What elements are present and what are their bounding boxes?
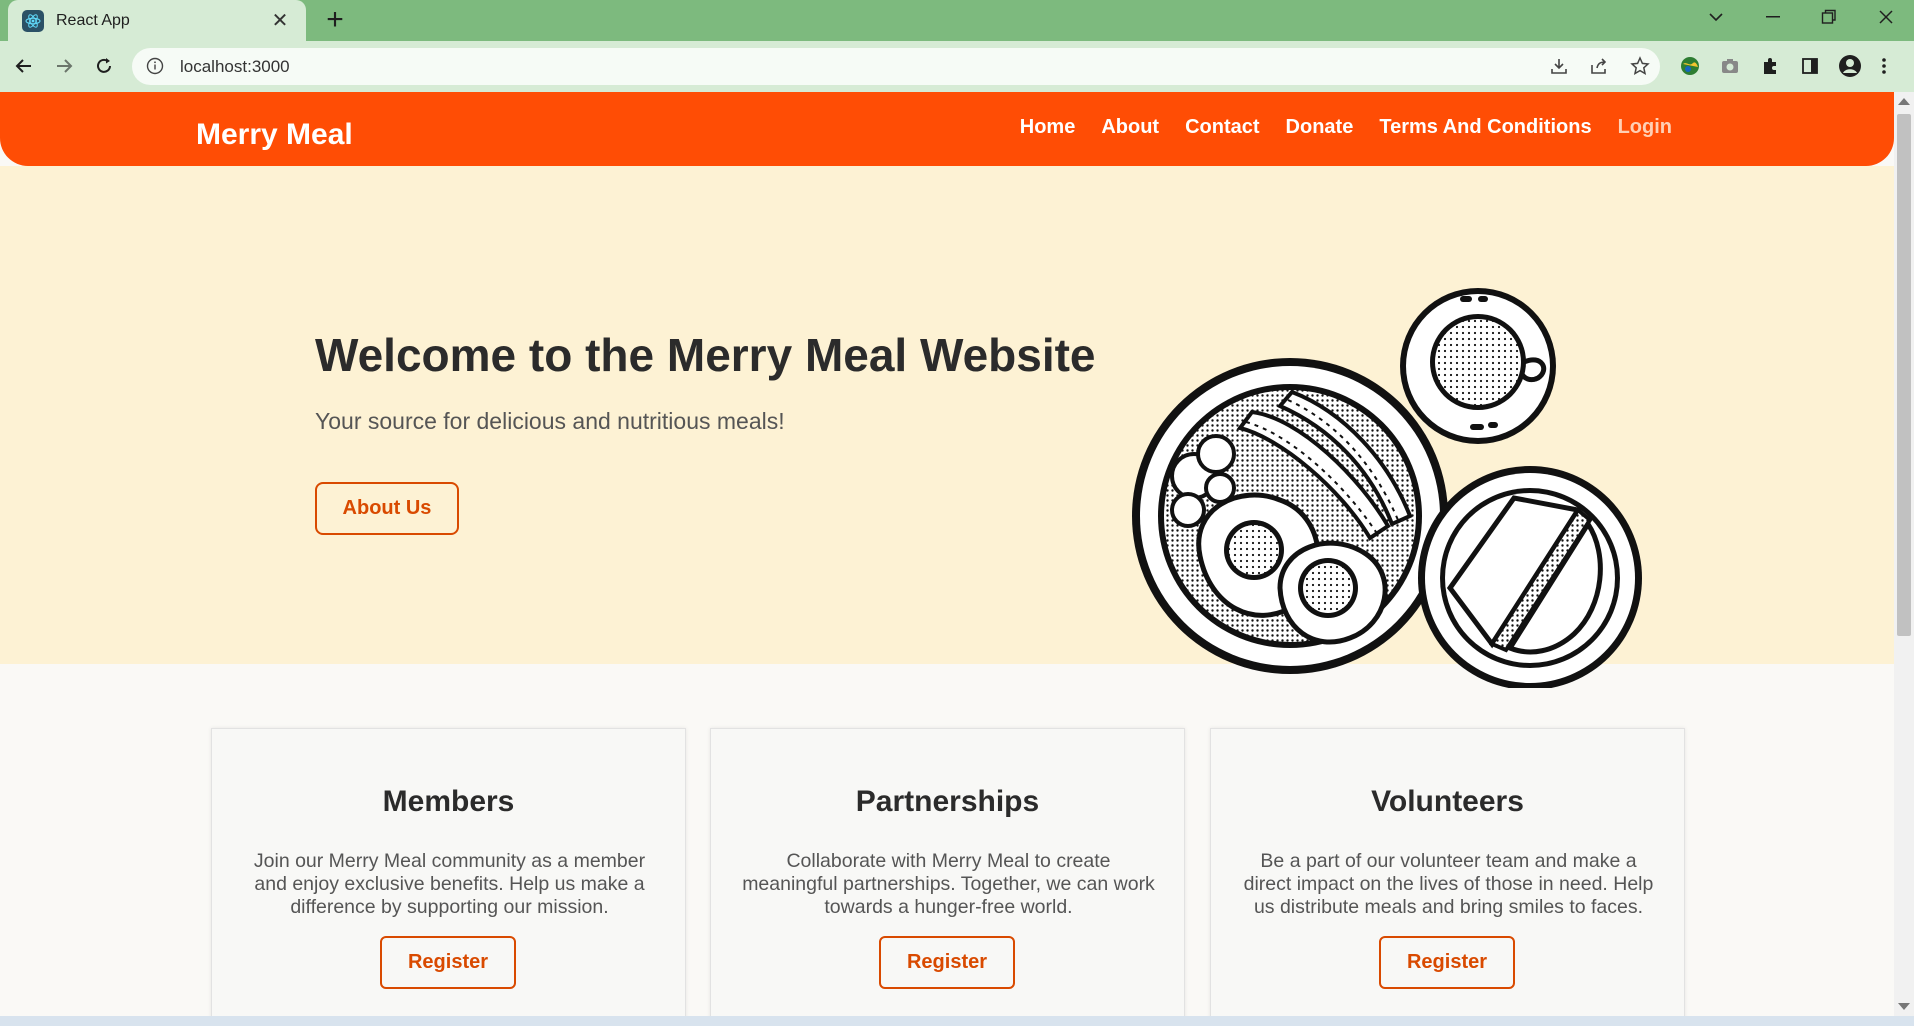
restore-icon[interactable]	[1809, 0, 1849, 34]
about-us-button[interactable]: About Us	[315, 482, 459, 535]
scroll-down-icon[interactable]	[1898, 1003, 1910, 1010]
card-text: Collaborate with Merry Meal to create me…	[742, 850, 1155, 918]
side-panel-icon[interactable]	[1794, 50, 1826, 82]
browser-tabstrip: React App ✕ +	[0, 0, 1914, 41]
url-text: localhost:3000	[180, 56, 290, 76]
address-bar[interactable]: localhost:3000	[132, 48, 1660, 85]
scrollbar-thumb[interactable]	[1897, 114, 1911, 636]
members-register-button[interactable]: Register	[380, 936, 516, 989]
nav-about-link[interactable]: About	[1101, 116, 1159, 139]
nav-home-link[interactable]: Home	[1020, 116, 1076, 139]
card-text: Be a part of our volunteer team and make…	[1243, 850, 1654, 918]
extension-globe-icon[interactable]	[1674, 50, 1706, 82]
close-window-icon[interactable]	[1866, 0, 1906, 34]
taskbar-edge	[0, 1016, 1914, 1026]
browser-tab[interactable]: React App ✕	[8, 0, 306, 41]
back-icon[interactable]	[7, 49, 41, 83]
programs-section: Members Join our Merry Meal community as…	[0, 664, 1894, 1016]
partnerships-register-button[interactable]: Register	[879, 936, 1015, 989]
nav-terms-link[interactable]: Terms And Conditions	[1379, 116, 1591, 139]
nav-donate-link[interactable]: Donate	[1286, 116, 1354, 139]
volunteers-card: Volunteers Be a part of our volunteer te…	[1210, 728, 1685, 1016]
bookmark-star-icon[interactable]	[1624, 50, 1656, 82]
members-card: Members Join our Merry Meal community as…	[211, 728, 686, 1016]
browser-toolbar: localhost:3000	[0, 41, 1914, 92]
profile-avatar-icon[interactable]	[1834, 50, 1866, 82]
install-app-icon[interactable]	[1543, 50, 1575, 82]
tab-title: React App	[56, 11, 130, 29]
site-header: Merry Meal Home About Contact Donate Ter…	[0, 92, 1894, 166]
extensions-puzzle-icon[interactable]	[1754, 50, 1786, 82]
minimize-icon[interactable]	[1753, 0, 1793, 34]
card-title: Partnerships	[855, 785, 1040, 818]
partnerships-card: Partnerships Collaborate with Merry Meal…	[710, 728, 1185, 1016]
reload-icon[interactable]	[87, 49, 121, 83]
page-scrollbar[interactable]	[1894, 92, 1914, 1016]
nav-contact-link[interactable]: Contact	[1185, 116, 1259, 139]
browser-menu-icon[interactable]	[1874, 50, 1894, 82]
scroll-up-icon[interactable]	[1898, 98, 1910, 105]
tab-close-icon[interactable]: ✕	[268, 8, 292, 33]
card-text: Join our Merry Meal community as a membe…	[253, 850, 646, 918]
nav-login-link[interactable]: Login	[1618, 116, 1672, 139]
site-info-icon[interactable]	[146, 57, 166, 77]
card-title: Volunteers	[1371, 785, 1524, 818]
page-viewport: Merry Meal Home About Contact Donate Ter…	[0, 92, 1894, 1016]
breakfast-plates-illustration	[1132, 288, 1642, 688]
react-icon	[22, 9, 44, 32]
main-nav: Home About Contact Donate Terms And Cond…	[1020, 116, 1672, 139]
hero-section: Welcome to the Merry Meal Website Your s…	[0, 166, 1894, 688]
camera-icon[interactable]	[1714, 50, 1746, 82]
share-icon[interactable]	[1583, 50, 1615, 82]
brand-logo-text[interactable]: Merry Meal	[196, 118, 353, 152]
new-tab-icon[interactable]: +	[318, 4, 352, 38]
hero-title: Welcome to the Merry Meal Website	[315, 329, 1096, 381]
volunteers-register-button[interactable]: Register	[1379, 936, 1515, 989]
tab-search-icon[interactable]	[1696, 0, 1736, 34]
forward-icon[interactable]	[47, 49, 81, 83]
card-title: Members	[382, 785, 515, 818]
hero-subtitle: Your source for delicious and nutritious…	[315, 408, 785, 434]
